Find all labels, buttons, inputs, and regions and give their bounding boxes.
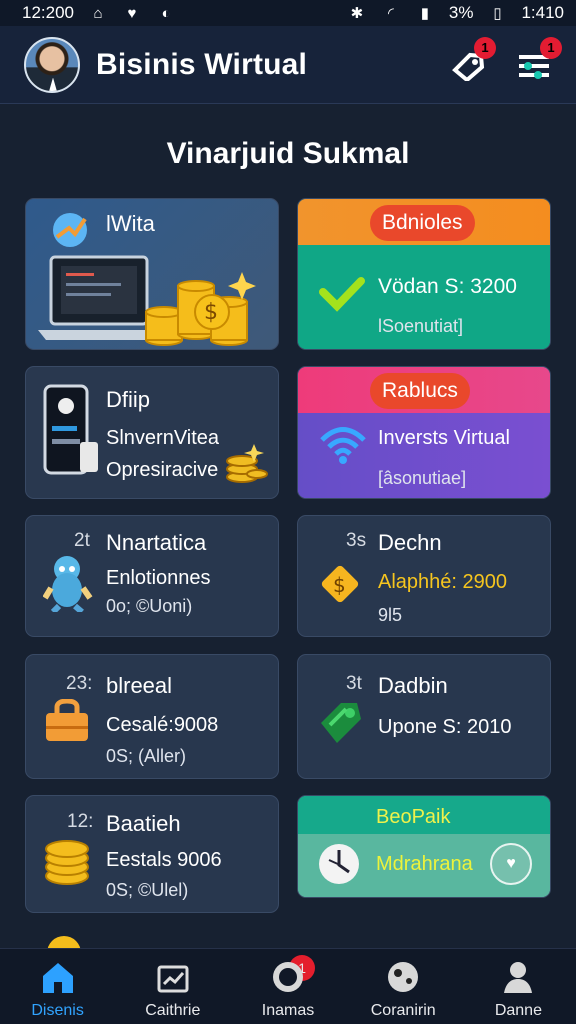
balance-note: lSoenutiat] — [378, 316, 464, 336]
notifications-button[interactable]: 1 — [450, 36, 496, 83]
battery-icon: ▯ — [493, 5, 502, 22]
nav-label: Caithrie — [145, 1002, 201, 1019]
coin-stack-icon — [45, 840, 89, 885]
clock-icon — [319, 844, 359, 884]
svg-text:$: $ — [204, 300, 218, 325]
globe-icon — [388, 962, 419, 992]
bottom-navigation: Disenis 1 Caithrie Inamas Coranirin Dann… — [0, 948, 576, 1024]
app-header: Bisinis Wirtual 1 1 — [0, 26, 576, 104]
coins-icon — [226, 444, 268, 483]
status-time: 12:200 — [22, 3, 74, 22]
card-line: Eestals 9006 — [106, 849, 222, 871]
svg-text:$: $ — [333, 573, 346, 597]
card-wita[interactable]: lWita $ — [25, 198, 279, 350]
check-icon — [319, 277, 365, 312]
card-title: blreeal — [106, 673, 173, 698]
card-title: Dfiip — [106, 387, 151, 412]
card-number: 3t — [346, 673, 362, 694]
laptop-coins-icon: $ — [38, 255, 256, 346]
status-bar: 12:200 ⌂ ♥ ◐ ✱ ◜ ▮ 3% ▯ 1:410 — [0, 0, 576, 26]
card-title: lWita — [106, 211, 155, 236]
card-number: 23: — [66, 673, 93, 694]
card-beopaik[interactable]: BeoPaik Mdrahrana ♥ — [297, 795, 551, 898]
status-pill: Rablucs — [370, 373, 470, 409]
nav-label: Inamas — [261, 1002, 315, 1019]
card-note: [âsonutiae] — [378, 468, 467, 488]
notification-icon: ⌂ — [93, 4, 103, 22]
dollar-diamond-icon: $ — [321, 565, 359, 603]
card-drip[interactable]: Dfiip SlnvernVitea Opresiracive — [25, 366, 279, 499]
card-line: Alaphhé: 2900 — [378, 571, 508, 593]
nav-insights[interactable]: Inamas — [230, 949, 345, 1024]
battery-percentage: 3% — [448, 3, 474, 22]
card-number: 12: — [67, 811, 94, 832]
card-dadbin[interactable]: 3t Dadbin Upone S: 2010 — [297, 654, 551, 779]
phone-icon — [43, 384, 98, 475]
heart-icon: ♥ — [506, 855, 516, 872]
card-nnartatica[interactable]: 2t Nnartatica Enlotionnes 0o; ©Uoni) — [25, 515, 279, 637]
header-actions: 1 1 — [450, 36, 562, 83]
card-baatieh[interactable]: 12: Baatieh Eestals 9006 0S; ©Ulel) — [25, 795, 279, 913]
card-blreeal[interactable]: 23: blreeal Cesalé:9008 0S; (Aller) — [25, 654, 279, 779]
card-line: Cesalé:9008 — [106, 714, 219, 736]
balance-value: Vödan S: 3200 — [378, 275, 517, 298]
page-title: Vinarjuid Sukmal — [166, 137, 410, 170]
location-icon: ♥ — [127, 4, 137, 22]
bluetooth-icon: ✱ — [350, 5, 364, 22]
card-line: SlnvernVitea — [106, 427, 220, 449]
circle-icon — [273, 962, 303, 992]
status-pill: Bdnioles — [370, 205, 475, 241]
wifi-icon — [320, 427, 366, 464]
heart-button[interactable]: ♥ — [490, 843, 532, 885]
card-note: 0S; (Aller) — [106, 746, 187, 766]
status-right-time: 1:410 — [521, 3, 564, 22]
nav-label: Coranirin — [370, 1002, 436, 1019]
user-icon — [504, 962, 533, 993]
mascot-icon — [43, 556, 93, 612]
signal-icon: ▮ — [420, 5, 429, 22]
card-line: Enlotionnes — [106, 567, 211, 589]
settings-button[interactable]: 1 — [516, 36, 562, 83]
nav-chart[interactable]: 1 Caithrie — [115, 949, 316, 1024]
card-dechn[interactable]: 3s $ Dechn Alaphhé: 2900 9l5 — [297, 515, 551, 637]
chart-icon — [157, 965, 189, 993]
card-title: Dechn — [378, 530, 442, 555]
settings-badge: 1 — [540, 36, 562, 59]
notifications-badge: 1 — [474, 36, 496, 59]
nav-label: Danne — [494, 1002, 542, 1019]
sync-icon: ◐ — [161, 4, 171, 22]
nav-profile[interactable]: Danne — [461, 949, 576, 1024]
card-title: Baatieh — [106, 811, 181, 836]
nav-label: Disenis — [31, 1002, 84, 1019]
wifi-icon: ◜ — [387, 5, 394, 22]
card-investments[interactable]: Rablucs Inversts Virtual [âsonutiae] — [297, 366, 551, 499]
nav-coverage[interactable]: Coranirin — [346, 949, 461, 1024]
chart-logo-icon — [53, 213, 87, 247]
bag-icon — [46, 699, 88, 741]
card-number: 2t — [74, 530, 90, 551]
card-note: 0S; ©Ulel) — [106, 880, 189, 900]
card-title: Nnartatica — [106, 530, 207, 555]
card-balance[interactable]: Bdnioles Vödan S: 3200 lSoenutiat] — [297, 198, 551, 350]
profile-avatar[interactable] — [24, 36, 80, 93]
card-number: 3s — [346, 530, 367, 551]
card-note: 9l5 — [378, 605, 403, 625]
app-title: Bisinis Wirtual — [96, 47, 308, 81]
card-line: Inversts Virtual — [378, 427, 510, 449]
card-line: Upone S: 2010 — [378, 716, 512, 738]
nav-business[interactable]: Disenis — [0, 949, 115, 1024]
card-line-secondary: Opresiracive — [106, 459, 219, 481]
card-line: Mdrahrana — [376, 853, 473, 875]
tag-icon — [321, 703, 361, 743]
card-note: 0o; ©Uoni) — [106, 596, 193, 616]
card-title: BeoPaik — [376, 806, 451, 828]
home-icon — [42, 963, 73, 993]
card-title: Dadbin — [378, 673, 448, 698]
